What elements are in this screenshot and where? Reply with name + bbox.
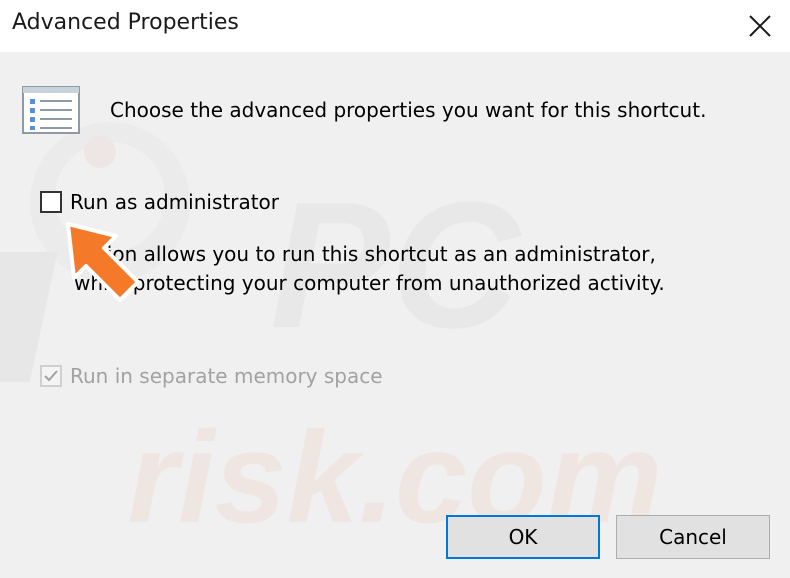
watermark-logo: PC risk.com <box>0 122 662 550</box>
separate-memory-option: Run in separate memory space <box>40 364 383 388</box>
annotation-arrow <box>66 222 140 302</box>
help-text: option allows you to run this shortcut a… <box>74 242 665 295</box>
description-text: Choose the advanced properties you want … <box>110 98 707 122</box>
close-button[interactable] <box>730 0 790 52</box>
properties-list-icon <box>22 86 80 134</box>
title-bar: Advanced Properties <box>0 0 790 52</box>
advanced-properties-dialog: PC risk.com Advanced Properties Choose t… <box>0 0 790 578</box>
window-title: Advanced Properties <box>12 10 239 35</box>
close-icon <box>749 15 771 37</box>
checkmark-icon <box>44 370 58 382</box>
separate-memory-label: Run in separate memory space <box>70 364 383 388</box>
cancel-button[interactable]: Cancel <box>616 515 770 559</box>
ok-button[interactable]: OK <box>446 515 600 559</box>
separate-memory-checkbox <box>40 365 62 387</box>
